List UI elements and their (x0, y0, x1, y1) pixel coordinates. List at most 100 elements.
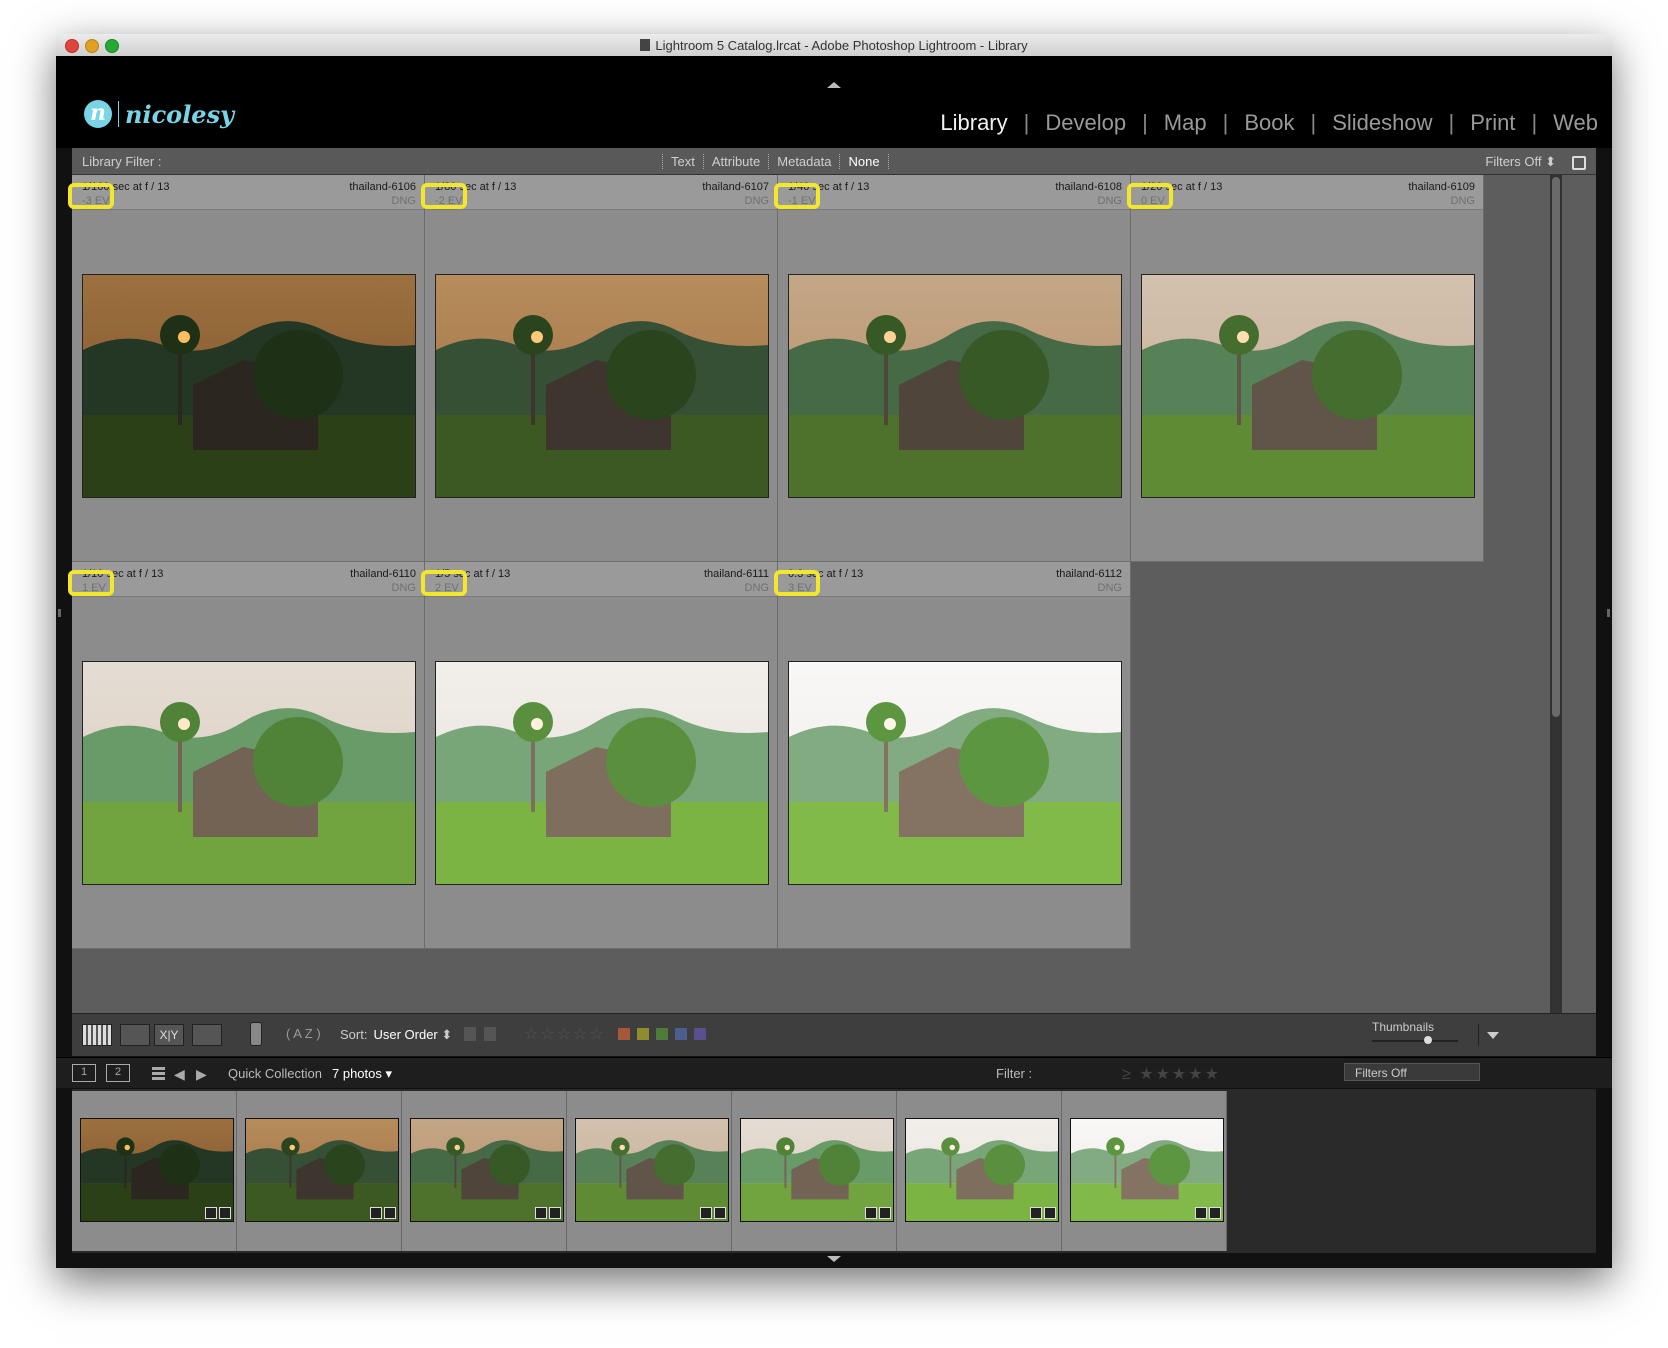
file-type: DNG (744, 582, 769, 594)
metadata-badge-icon[interactable] (219, 1207, 231, 1219)
filter-text-tab[interactable]: Text (662, 154, 703, 169)
filmstrip-thumbnail[interactable] (905, 1118, 1059, 1222)
keyword-badge-icon[interactable] (205, 1207, 217, 1219)
rating-stars[interactable]: ☆☆☆☆☆ (524, 1024, 606, 1044)
filmstrip-cell[interactable] (72, 1091, 237, 1251)
app-window: Lightroom 5 Catalog.lrcat - Adobe Photos… (56, 34, 1612, 1268)
filmstrip-filter-preset[interactable]: Filters Off (1344, 1063, 1480, 1081)
photo-thumbnail[interactable] (1141, 274, 1475, 498)
lock-icon[interactable] (1572, 156, 1586, 170)
filmstrip-thumbnail[interactable] (740, 1118, 894, 1222)
grid-cell[interactable]: 0.3 sec at f / 13 3 EV thailand-6112 DNG (774, 562, 1131, 949)
keyword-badge-icon[interactable] (1195, 1207, 1207, 1219)
metadata-badge-icon[interactable] (1209, 1207, 1221, 1219)
grid-cell[interactable]: 1/5 sec at f / 13 2 EV thailand-6111 DNG (421, 562, 778, 949)
photo-count[interactable]: 7 photos ▾ (332, 1066, 392, 1082)
source-label[interactable]: Quick Collection (228, 1066, 322, 1081)
grid-cell[interactable]: 1/40 sec at f / 13 -1 EV thailand-6108 D… (774, 175, 1131, 562)
filmstrip-cell[interactable] (567, 1091, 732, 1251)
filmstrip-thumbnail[interactable] (80, 1118, 234, 1222)
sort-control[interactable]: Sort: User Order ⬍ (340, 1027, 452, 1043)
filmstrip-rating-filter[interactable]: ≥ ★★★★★ (1122, 1064, 1221, 1084)
secondary-display-button[interactable]: 2 (106, 1064, 130, 1082)
module-book[interactable]: Book (1242, 110, 1296, 136)
collapse-bottom-panel-arrow-icon[interactable] (827, 1256, 841, 1262)
file-type: DNG (391, 195, 416, 207)
color-label-swatch[interactable] (694, 1028, 706, 1040)
photo-thumbnail[interactable] (82, 661, 416, 885)
photo-thumbnail[interactable] (435, 274, 769, 498)
cell-header: 1/10 sec at f / 13 1 EV thailand-6110 DN… (68, 562, 424, 597)
metadata-badge-icon[interactable] (879, 1207, 891, 1219)
filter-none-tab[interactable]: None (839, 154, 889, 169)
keyword-badge-icon[interactable] (700, 1207, 712, 1219)
grid-scrollbar[interactable] (1550, 175, 1562, 1013)
keyword-badge-icon[interactable] (865, 1207, 877, 1219)
painter-icon[interactable] (250, 1022, 262, 1046)
library-toolbar: X|Y ( A Z ) Sort: User Order ⬍ ☆☆☆☆☆ Thum… (72, 1013, 1596, 1056)
filmstrip-cell[interactable] (237, 1091, 402, 1251)
filmstrip-thumbnail[interactable] (575, 1118, 729, 1222)
module-slideshow[interactable]: Slideshow (1330, 110, 1434, 136)
grid-scrollbar-thumb[interactable] (1552, 177, 1560, 717)
filmstrip-cell[interactable] (402, 1091, 567, 1251)
color-label-swatch[interactable] (618, 1028, 630, 1040)
flag-reject-icon[interactable] (484, 1027, 496, 1041)
module-map[interactable]: Map (1162, 110, 1209, 136)
forward-arrow-icon[interactable]: ▶ (196, 1066, 207, 1083)
photo-thumbnail[interactable] (788, 661, 1122, 885)
sort-label: Sort: (340, 1027, 368, 1042)
keyword-badge-icon[interactable] (535, 1207, 547, 1219)
filmstrip-cell[interactable] (897, 1091, 1062, 1251)
ev-highlight-annotation (421, 570, 467, 596)
metadata-badge-icon[interactable] (1044, 1207, 1056, 1219)
thumbnail-size-slider[interactable] (1372, 1040, 1458, 1042)
color-label-swatch[interactable] (637, 1028, 649, 1040)
module-develop[interactable]: Develop (1043, 110, 1128, 136)
metadata-badge-icon[interactable] (714, 1207, 726, 1219)
filter-metadata-tab[interactable]: Metadata (768, 154, 839, 169)
thumbnail-size-slider-knob[interactable] (1423, 1036, 1432, 1044)
photo-thumbnail[interactable] (788, 274, 1122, 498)
grid-shortcut-icon[interactable] (152, 1067, 165, 1080)
sort-direction-icon[interactable]: ( A Z ) (286, 1026, 321, 1041)
filmstrip-cell[interactable] (732, 1091, 897, 1251)
filmstrip-thumbnail[interactable] (1070, 1118, 1224, 1222)
color-label-swatch[interactable] (656, 1028, 668, 1040)
survey-view-icon[interactable] (192, 1024, 222, 1046)
ev-highlight-annotation (774, 570, 820, 596)
grid-cell[interactable]: 1/80 sec at f / 13 -2 EV thailand-6107 D… (421, 175, 778, 562)
photo-thumbnail[interactable] (435, 661, 769, 885)
compare-view-icon[interactable]: X|Y (154, 1024, 184, 1046)
flag-pick-icon[interactable] (464, 1027, 476, 1041)
module-library[interactable]: Library (938, 110, 1009, 136)
module-web[interactable]: Web (1551, 110, 1600, 136)
filter-attribute-tab[interactable]: Attribute (702, 154, 768, 169)
right-panel-toggle-icon[interactable] (1607, 609, 1610, 617)
filmstrip-thumbnail[interactable] (410, 1118, 564, 1222)
sort-value[interactable]: User Order (373, 1027, 437, 1042)
toolbar-menu-icon[interactable] (1478, 1024, 1503, 1046)
metadata-badge-icon[interactable] (384, 1207, 396, 1219)
grid-cell[interactable]: 1/160 sec at f / 13 -3 EV thailand-6106 … (68, 175, 425, 562)
filmstrip-thumbnail[interactable] (245, 1118, 399, 1222)
grid-view-icon[interactable] (82, 1024, 112, 1046)
grid-cell[interactable]: 1/10 sec at f / 13 1 EV thailand-6110 DN… (68, 562, 425, 949)
keyword-badge-icon[interactable] (1030, 1207, 1042, 1219)
back-arrow-icon[interactable]: ◀ (174, 1066, 185, 1083)
photo-thumbnail[interactable] (82, 274, 416, 498)
primary-display-button[interactable]: 1 (72, 1064, 96, 1082)
cell-header: 1/40 sec at f / 13 -1 EV thailand-6108 D… (774, 175, 1130, 210)
grid-cell[interactable]: 1/20 sec at f / 13 0 EV thailand-6109 DN… (1127, 175, 1484, 562)
loupe-view-icon[interactable] (120, 1024, 150, 1046)
collapse-top-panel-arrow-icon[interactable] (827, 82, 841, 88)
module-print[interactable]: Print (1468, 110, 1517, 136)
library-filter-bar: Library Filter : Text Attribute Metadata… (72, 148, 1596, 175)
filter-preset-dropdown[interactable]: Filters Off ⬍ (1485, 154, 1556, 170)
keyword-badge-icon[interactable] (370, 1207, 382, 1219)
color-label-swatch[interactable] (675, 1028, 687, 1040)
module-separator: | (1531, 110, 1538, 135)
filmstrip-cell[interactable] (1062, 1091, 1227, 1251)
left-panel-toggle-icon[interactable] (58, 609, 61, 617)
metadata-badge-icon[interactable] (549, 1207, 561, 1219)
